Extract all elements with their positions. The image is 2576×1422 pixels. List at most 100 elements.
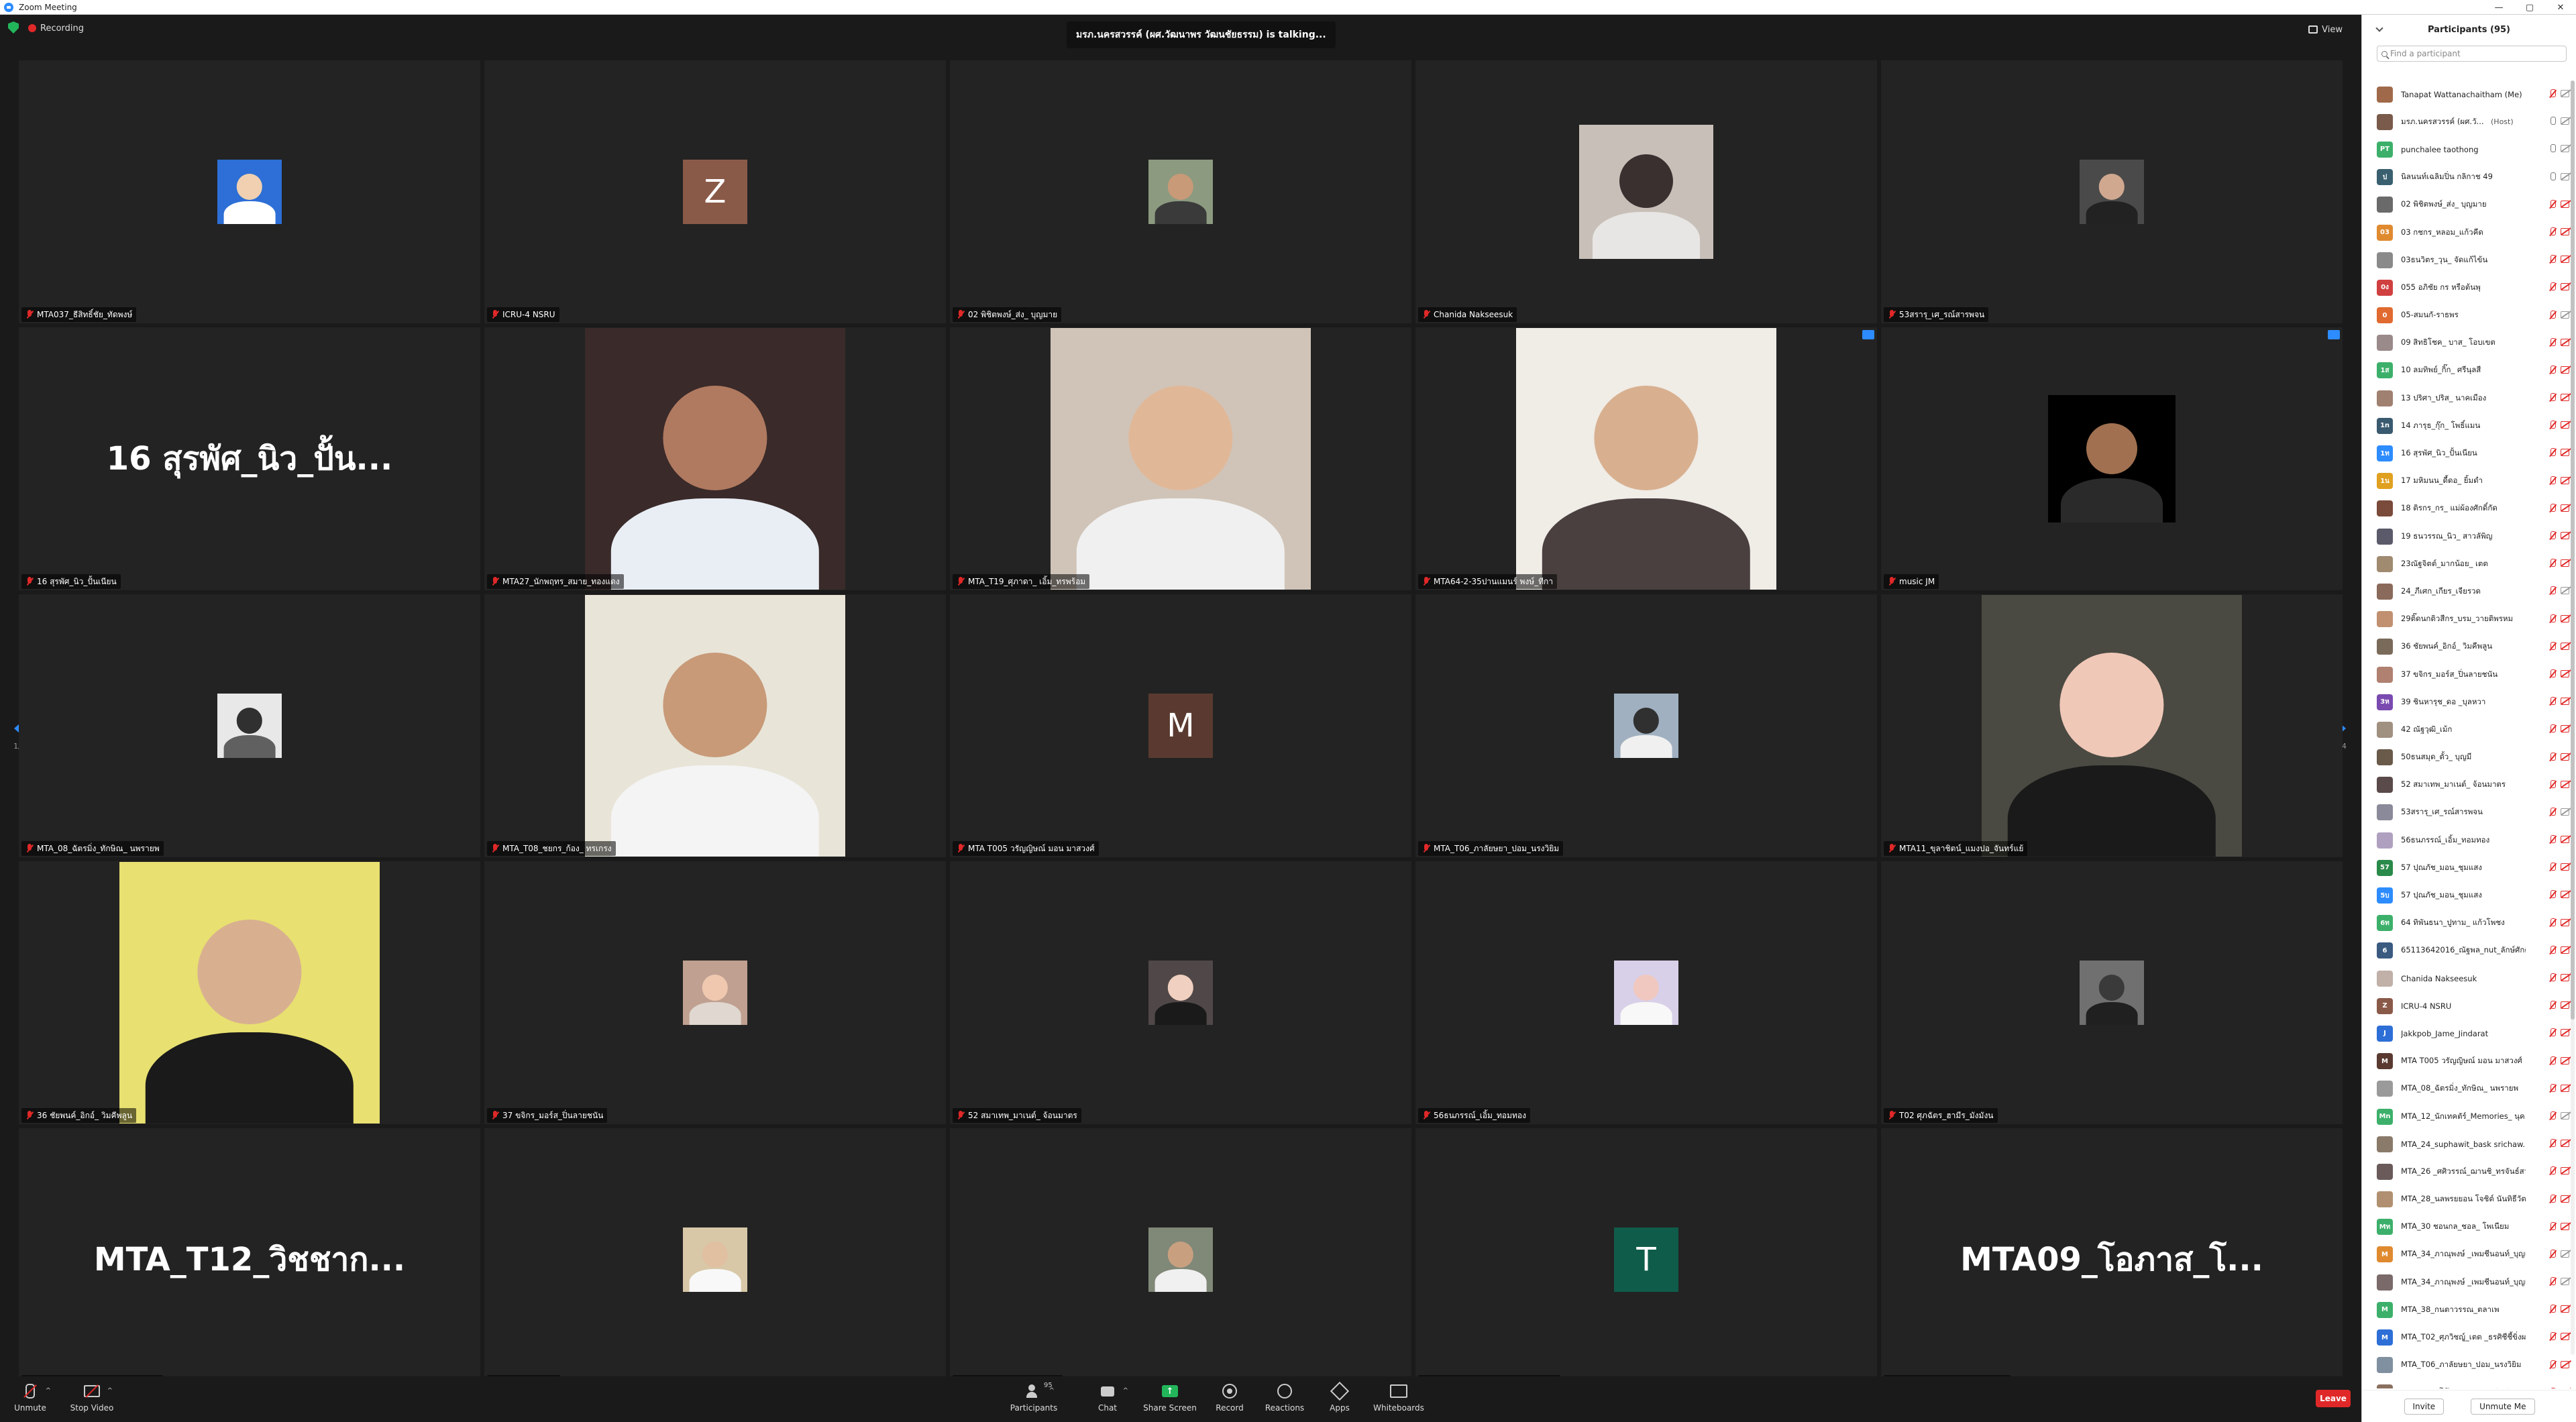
video-tile[interactable]: Chanida Nakseesuk xyxy=(1415,60,1877,323)
participant-row[interactable]: 52 สมาเทพ_มาเนต์_ จ้อนมาตร xyxy=(2362,771,2576,799)
tile-options-icon[interactable] xyxy=(2328,330,2340,339)
participant-row[interactable]: 03 03 กชกร_หลอม_แก้วคีด xyxy=(2362,219,2576,246)
participant-row[interactable]: J Jakkpob_Jame_Jindarat xyxy=(2362,1020,2576,1047)
participant-row[interactable]: 53สรารุ_เศ_รณ์สารพจน xyxy=(2362,799,2576,826)
video-tile[interactable]: 56ธนภรรณ์_เอิ้ม_ทอมทอง xyxy=(1415,861,1877,1124)
participant-search-input[interactable] xyxy=(2390,49,2558,58)
video-tile[interactable]: MTA_08_ฉัตรมิ่ง_ทักษิณ_ นพรายพ xyxy=(19,594,480,857)
participant-list-scrollbar[interactable] xyxy=(2571,80,2575,1355)
participant-search[interactable] xyxy=(2377,46,2567,62)
participant-row[interactable]: 1ท 16 สุรพัศ_นิว_ปั้นเนียน xyxy=(2362,439,2576,467)
participant-row[interactable]: Mท MTA_30 ชอนกล_ชอล_ โพเนียม xyxy=(2362,1213,2576,1241)
participant-row[interactable]: PT punchalee taothong xyxy=(2362,135,2576,163)
close-icon[interactable]: ✕ xyxy=(2545,0,2576,15)
participant-row[interactable]: Mn MTA_12_นักเทคตัร์_Memories_ นุค... xyxy=(2362,1103,2576,1130)
participant-row[interactable]: 18 ติรกร_กร_ แม่ผ้องศักดิ์กัด xyxy=(2362,495,2576,523)
participant-row[interactable]: 03ธนวิตร_วุน_ จัดแก้ไข้น xyxy=(2362,246,2576,274)
record-button[interactable]: Record xyxy=(1199,1382,1260,1413)
participant-row[interactable]: Chanida Nakseesuk xyxy=(2362,965,2576,992)
video-tile[interactable]: MTA_T08_ชยกร_ก้อง_ ทรเกรง xyxy=(484,594,946,857)
participant-row[interactable]: M MTA_34_ภาณุพงษ์ _เพมชีนอนท์_บุญเอกิชช์ xyxy=(2362,1241,2576,1268)
participant-row[interactable]: 5บ 57 ปุณภัช_มอน_ชุมแสง xyxy=(2362,881,2576,909)
caret-up-icon[interactable]: ^ xyxy=(46,1387,51,1394)
participant-row[interactable]: 29ติ๊ดนกติวสีกร_บรม_วายติพรหม xyxy=(2362,606,2576,633)
participant-row[interactable]: M MTA_T02_ศุภวิชญ์ุ_เตต _ธรศิชีชี้ขิ่งผลย xyxy=(2362,1323,2576,1351)
video-tile[interactable]: T02 ศุภฉัตร_ฮามีร_มังมังน xyxy=(1881,861,2343,1124)
participants-button[interactable]: Participants ^ xyxy=(1004,1382,1064,1413)
video-tile[interactable]: MTA_T12_วิชชาก...MTA_T12_วิชชากร_ดอม_พรา… xyxy=(19,1128,480,1391)
participant-row[interactable]: ป นิลนนท์เฉลิมปิ่น กลิกาช 49 xyxy=(2362,164,2576,191)
video-tile[interactable]: MTA11_ขุลาชิตน์_แมงปอ_จันทร์แย้ xyxy=(1881,594,2343,857)
video-tile[interactable]: MTA27_นักพฤทร_สมาย_ทองแดง xyxy=(484,327,946,590)
participant-row[interactable]: Tanapat Wattanachaitham (Me) xyxy=(2362,80,2576,108)
participant-row[interactable]: 1n 14 ภารุธ_กุ๊ก_ โพธิ์แมน xyxy=(2362,412,2576,439)
video-tile[interactable]: M MTA T005 วรัญญิษณ์ มอน มาสวงศ์ xyxy=(950,594,1411,857)
participant-row[interactable]: 36 ชัยพนค์_อิกอ์_ วิมคีพลูน xyxy=(2362,633,2576,661)
participant-row[interactable]: 3ห 39 ชินหารุช_ดอ _บุลหวา xyxy=(2362,688,2576,716)
invite-button[interactable]: Invite xyxy=(2404,1398,2445,1415)
video-tile[interactable]: TMTA64เนียร(16)-ปาณฒุ์ ควาฒพิธ์ xyxy=(1415,1128,1877,1391)
video-tile[interactable]: music JM xyxy=(1881,327,2343,590)
participant-row[interactable]: 1น 17 มหิมนน_ดี้ดอ_ ยิ้มดำ xyxy=(2362,468,2576,495)
unmute-button[interactable]: Unmute ^ xyxy=(0,1382,60,1413)
recording-indicator[interactable]: Recording xyxy=(28,21,84,36)
video-tile[interactable]: 52 สมาเทพ_มาเนต์_ จ้อนมาตร xyxy=(950,861,1411,1124)
participant-row[interactable]: 0ง 055 อภิชัย กร หรือต้นพุ xyxy=(2362,274,2576,301)
caret-up-icon[interactable]: ^ xyxy=(107,1387,113,1394)
participant-row[interactable]: Z ICRU-4 NSRU xyxy=(2362,992,2576,1020)
participant-row[interactable]: 09 สิทธิโชค_ บาส_ โอบเขต xyxy=(2362,329,2576,357)
participant-row[interactable]: MTA_24_suphawit_bask srichaw... xyxy=(2362,1130,2576,1158)
participant-row[interactable]: มรภ.นครสวรรค์ (ผศ.วั... (Host) xyxy=(2362,108,2576,135)
unmute-me-button[interactable]: Unmute Me xyxy=(2471,1398,2535,1415)
video-tile[interactable]: 16 สุรพัศ_นิว_ปั้น... 16 สุรพัศ_นิว_ปั้นเ… xyxy=(19,327,480,590)
chat-button[interactable]: Chat ^ xyxy=(1077,1382,1138,1413)
participant-row[interactable]: MTA_34_ภาณุพงษ์ _เพมชีนอนท์_บุญเอกิชช์ xyxy=(2362,1268,2576,1296)
video-tile[interactable]: MTA_T06_ภาลัยษยา_ปอม_นรงวิยิม xyxy=(1415,594,1877,857)
participant-row[interactable]: 56ธนภรรณ์_เอิ้ม_ทอมทอง xyxy=(2362,826,2576,854)
participant-row[interactable]: MTA_T07_โบ๊ต_ธนาคาร เศริญวิณอย xyxy=(2362,1379,2576,1388)
security-shield-icon[interactable] xyxy=(8,21,19,34)
participant-row[interactable]: 23ณัฐจิตต์_มากน้อย_ เตต xyxy=(2362,550,2576,578)
apps-button[interactable]: Apps xyxy=(1309,1382,1370,1413)
participant-row[interactable]: 02 พิชิตพงษ์_ส่ง_ บุญมาย xyxy=(2362,191,2576,219)
scrollbar-thumb[interactable] xyxy=(2571,80,2575,1020)
video-tile[interactable]: Z ICRU-4 NSRU xyxy=(484,60,946,323)
video-tile[interactable]: MTA09_โอภาส_โ...MTA09_โอภาส_โอ_ฉังมขโม๊น xyxy=(1881,1128,2343,1391)
minimize-icon[interactable]: — xyxy=(2483,0,2514,15)
participant-row[interactable]: MTA_08_ฉัตรมิ่ง_ทักษิณ_ นพรายพ xyxy=(2362,1075,2576,1103)
leave-button[interactable]: Leave xyxy=(2316,1390,2351,1407)
video-tile[interactable]: 53สรารุ_เศ_รณ์สารพจน xyxy=(1881,60,2343,323)
participant-row[interactable]: 42 ณัฐวุฒิ_เม้ก xyxy=(2362,716,2576,743)
caret-up-icon[interactable]: ^ xyxy=(1123,1387,1128,1394)
participant-row[interactable]: M MTA_38_กนตาวรรณ_ตลาเพ xyxy=(2362,1296,2576,1323)
video-tile[interactable]: 37 ขจิกร_มอร์ส_ปิ่นลายชนัน xyxy=(484,861,946,1124)
video-tile[interactable]: MTA_T19_ศุภาดา_ เอิ้ม_ทรพร้อม xyxy=(950,327,1411,590)
stop-video-button[interactable]: Stop Video ^ xyxy=(62,1382,122,1413)
whiteboards-button[interactable]: Whiteboards xyxy=(1368,1382,1429,1413)
video-tile[interactable]: 03ธนวิตร_วุน_ จัดแก้ไข้น xyxy=(950,1128,1411,1391)
participant-row[interactable]: 24_ภีเศก_เกียร_เจียรวด xyxy=(2362,578,2576,605)
participant-row[interactable]: 37 ขจิกร_มอร์ส_ปิ่นลายชนัน xyxy=(2362,661,2576,688)
participant-row[interactable]: MTA_26 _ศศิวรรณ์_ฌานชิ_ทรจันธ์สวที xyxy=(2362,1158,2576,1185)
participant-row[interactable]: 50ธนสมุด_ตั้ว_ บุญมี xyxy=(2362,744,2576,771)
maximize-icon[interactable]: ▢ xyxy=(2514,0,2545,15)
participant-row[interactable]: 57 57 ปุณภัช_มอน_ชุมแสง xyxy=(2362,854,2576,881)
participant-row[interactable]: MTA_28_นลพรยยอน โจชิต์ นันทิธีวัตน์ xyxy=(2362,1186,2576,1213)
chevron-down-icon[interactable] xyxy=(2375,24,2383,32)
view-button[interactable]: View xyxy=(2308,21,2343,38)
participant-row[interactable]: 1ส 10 ลมทิพย์_กิ๊ก_ ศรีนุลสี xyxy=(2362,357,2576,384)
participant-row[interactable]: 6ท 64 ทิพันธนา_ปูทาม_ แก้วโพชง xyxy=(2362,910,2576,937)
participant-row[interactable]: 6 65113642016_ณัฐพล_nut_ลักษ์ศักดิ์ไม่ xyxy=(2362,937,2576,965)
video-tile[interactable]: MTA037_ธีสิทธิ์ชัย_ทัดพงษ์ xyxy=(19,60,480,323)
participant-row[interactable]: MTA_T06_ภาลัยษยา_ปอม_นรงวิยิม xyxy=(2362,1352,2576,1379)
reactions-button[interactable]: Reactions xyxy=(1254,1382,1315,1413)
participant-row[interactable]: 13 ปริศา_ปริส_ นาคเมือง xyxy=(2362,384,2576,412)
tile-options-icon[interactable] xyxy=(1862,330,1874,339)
video-tile[interactable]: MTA64-2-35ปานแมนร์ พงษ์_ทีกา xyxy=(1415,327,1877,590)
video-tile[interactable]: 36 ชัยพนค์_อิกอ์_ วิมคีพลูน xyxy=(19,861,480,1124)
video-tile[interactable]: 02 พิชิตพงษ์_ส่ง_ บุญมาย xyxy=(950,60,1411,323)
participant-row[interactable]: 0 05-สมนกั-ราธพร xyxy=(2362,302,2576,329)
participant-row[interactable]: 19 ธนวรรณ_นิว_ สาวลัพิญ xyxy=(2362,523,2576,550)
share-screen-button[interactable]: Share Screen xyxy=(1140,1382,1200,1413)
participant-row[interactable]: M MTA T005 วรัญญิษณ์ มอน มาสวงศ์ xyxy=(2362,1048,2576,1075)
